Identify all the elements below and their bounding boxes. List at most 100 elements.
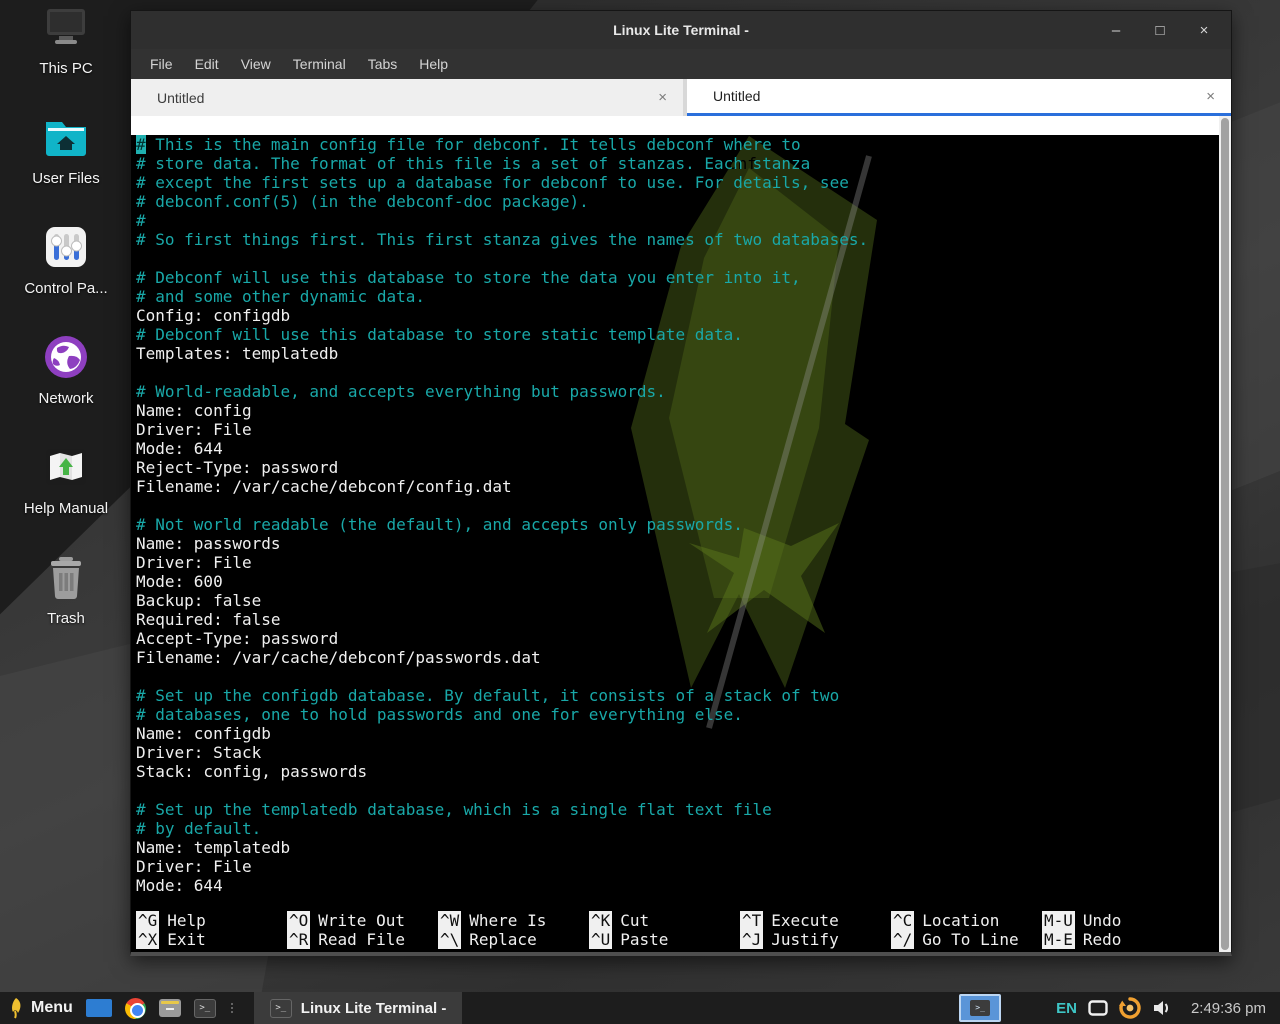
desktop-icon-label: Help Manual xyxy=(24,500,108,517)
shortcut-item: ^OWrite Out xyxy=(287,911,438,930)
menu-file[interactable]: File xyxy=(141,52,182,76)
shortcut-key: ^U xyxy=(589,930,612,949)
desktop-icon-label: This PC xyxy=(39,60,92,77)
taskbar: Menu >_ >_ Linux Lite Terminal - >_ EN xyxy=(0,992,1280,1024)
shortcut-key: ^G xyxy=(136,911,159,930)
file-manager-icon[interactable] xyxy=(159,999,181,1017)
terminal-line: Driver: File xyxy=(136,553,1219,572)
panel-grip-handle[interactable] xyxy=(229,1003,235,1013)
terminal-line xyxy=(136,363,1219,382)
menu-view[interactable]: View xyxy=(232,52,280,76)
terminal-icon: >_ xyxy=(970,1000,990,1016)
workspace-pager-icon[interactable] xyxy=(86,999,112,1017)
terminal-line: Filename: /var/cache/debconf/config.dat xyxy=(136,477,1219,496)
clock[interactable]: 2:49:36 pm xyxy=(1183,1000,1274,1017)
terminal-line: # So first things first. This first stan… xyxy=(136,230,1219,249)
desktop-icons: This PC User Files xyxy=(0,0,132,660)
desktop-icon-control-panel[interactable]: Control Pa... xyxy=(6,220,126,330)
menu-terminal[interactable]: Terminal xyxy=(284,52,355,76)
map-manual-icon xyxy=(39,440,93,494)
shortcut-item: ^CLocation xyxy=(891,911,1042,930)
start-menu-button[interactable]: Menu xyxy=(8,997,73,1019)
scrollbar-thumb[interactable] xyxy=(1221,118,1229,950)
shortcut-key: ^C xyxy=(891,911,914,930)
desktop-icon-trash[interactable]: Trash xyxy=(6,550,126,660)
window-titlebar[interactable]: Linux Lite Terminal - – □ × xyxy=(131,11,1231,49)
update-manager-icon[interactable] xyxy=(1119,997,1141,1019)
desktop-icon-user-files[interactable]: User Files xyxy=(6,110,126,220)
desktop-icon-label: Network xyxy=(38,390,93,407)
terminal-line: # Set up the templatedb database, which … xyxy=(136,800,1219,819)
terminal-line: # Debconf will use this database to stor… xyxy=(136,325,1219,344)
shortcut-column: ^OWrite Out^RRead File xyxy=(287,911,438,949)
menu-tabs[interactable]: Tabs xyxy=(359,52,407,76)
volume-icon[interactable] xyxy=(1152,999,1172,1017)
shortcut-column: M-UUndoM-ERedo xyxy=(1042,911,1193,949)
menu-help[interactable]: Help xyxy=(410,52,457,76)
terminal-scrollbar[interactable] xyxy=(1219,116,1231,952)
minimize-button[interactable]: – xyxy=(1103,17,1129,43)
shortcut-column: ^KCut^UPaste xyxy=(589,911,740,949)
terminal-line: # xyxy=(136,211,1219,230)
menu-edit[interactable]: Edit xyxy=(186,52,228,76)
chrome-icon[interactable] xyxy=(125,998,146,1019)
desktop-icon-network[interactable]: Network xyxy=(6,330,126,440)
terminal-line: # store data. The format of this file is… xyxy=(136,154,1219,173)
display-tray-icon[interactable] xyxy=(1088,1000,1108,1016)
terminal-window: Linux Lite Terminal - – □ × File Edit Vi… xyxy=(130,10,1232,956)
terminal-line: Driver: File xyxy=(136,420,1219,439)
terminal-line: # Debconf will use this database to stor… xyxy=(136,268,1219,287)
terminal-line: # by default. xyxy=(136,819,1219,838)
tab-close-icon[interactable]: × xyxy=(658,89,667,106)
shortcut-item: M-ERedo xyxy=(1042,930,1193,949)
shortcut-key: ^X xyxy=(136,930,159,949)
terminal-line: # World-readable, and accepts everything… xyxy=(136,382,1219,401)
terminal-line: Driver: File xyxy=(136,857,1219,876)
shortcut-item: M-UUndo xyxy=(1042,911,1193,930)
tab-close-icon[interactable]: × xyxy=(1206,88,1215,105)
terminal-line: Mode: 644 xyxy=(136,439,1219,458)
terminal-line: Mode: 644 xyxy=(136,876,1219,895)
task-button-terminal[interactable]: >_ Linux Lite Terminal - xyxy=(254,992,463,1024)
terminal-line: Accept-Type: password xyxy=(136,629,1219,648)
tab-label: Untitled xyxy=(131,90,204,106)
desktop-icon-label: Trash xyxy=(47,610,85,627)
trash-icon xyxy=(39,550,93,604)
window-title: Linux Lite Terminal - xyxy=(131,22,1231,38)
desktop-icon-help-manual[interactable]: Help Manual xyxy=(6,440,126,550)
shortcut-column: ^CLocation^/Go To Line xyxy=(891,911,1042,949)
terminal-line: # and some other dynamic data. xyxy=(136,287,1219,306)
shortcut-item: ^RRead File xyxy=(287,930,438,949)
terminal-line: Driver: Stack xyxy=(136,743,1219,762)
terminal-line: Stack: config, passwords xyxy=(136,762,1219,781)
terminal-launcher-icon[interactable]: >_ xyxy=(194,999,216,1018)
terminal-line: # except the first sets up a database fo… xyxy=(136,173,1219,192)
terminal-line: Backup: false xyxy=(136,591,1219,610)
terminal-screen[interactable]: GNU nano 7.2 /etc/debconf.conf # This is… xyxy=(131,116,1231,952)
system-tray: >_ EN 2:49:36 pm xyxy=(959,992,1280,1024)
keyboard-layout-indicator[interactable]: EN xyxy=(1056,1000,1077,1017)
terminal-line: Filename: /var/cache/debconf/passwords.d… xyxy=(136,648,1219,667)
tab-untitled-1[interactable]: Untitled × xyxy=(131,79,687,116)
desktop-icon-this-pc[interactable]: This PC xyxy=(6,0,126,110)
terminal-line: Name: passwords xyxy=(136,534,1219,553)
shortcut-key: ^J xyxy=(740,930,763,949)
tab-bar: Untitled × Untitled × xyxy=(131,79,1231,116)
shortcut-item: ^UPaste xyxy=(589,930,740,949)
nano-shortcut-bar: ^GHelp^XExit^OWrite Out^RRead File^WWher… xyxy=(136,911,1219,949)
maximize-button[interactable]: □ xyxy=(1147,17,1173,43)
shortcut-key: ^K xyxy=(589,911,612,930)
tab-untitled-2[interactable]: Untitled × xyxy=(687,79,1231,116)
terminal-line xyxy=(136,781,1219,800)
terminal-line: # This is the main config file for debco… xyxy=(136,135,1219,154)
tray-terminal-icon[interactable]: >_ xyxy=(959,994,1001,1022)
nano-titlebar: GNU nano 7.2 /etc/debconf.conf xyxy=(131,116,1219,135)
globe-icon xyxy=(39,330,93,384)
shortcut-column: ^GHelp^XExit xyxy=(136,911,287,949)
menu-label: Menu xyxy=(31,999,73,1017)
linux-lite-logo-icon xyxy=(8,997,24,1019)
shortcut-item: ^WWhere Is xyxy=(438,911,589,930)
terminal-icon: >_ xyxy=(270,999,292,1018)
close-button[interactable]: × xyxy=(1191,17,1217,43)
shortcut-key: ^W xyxy=(438,911,461,930)
